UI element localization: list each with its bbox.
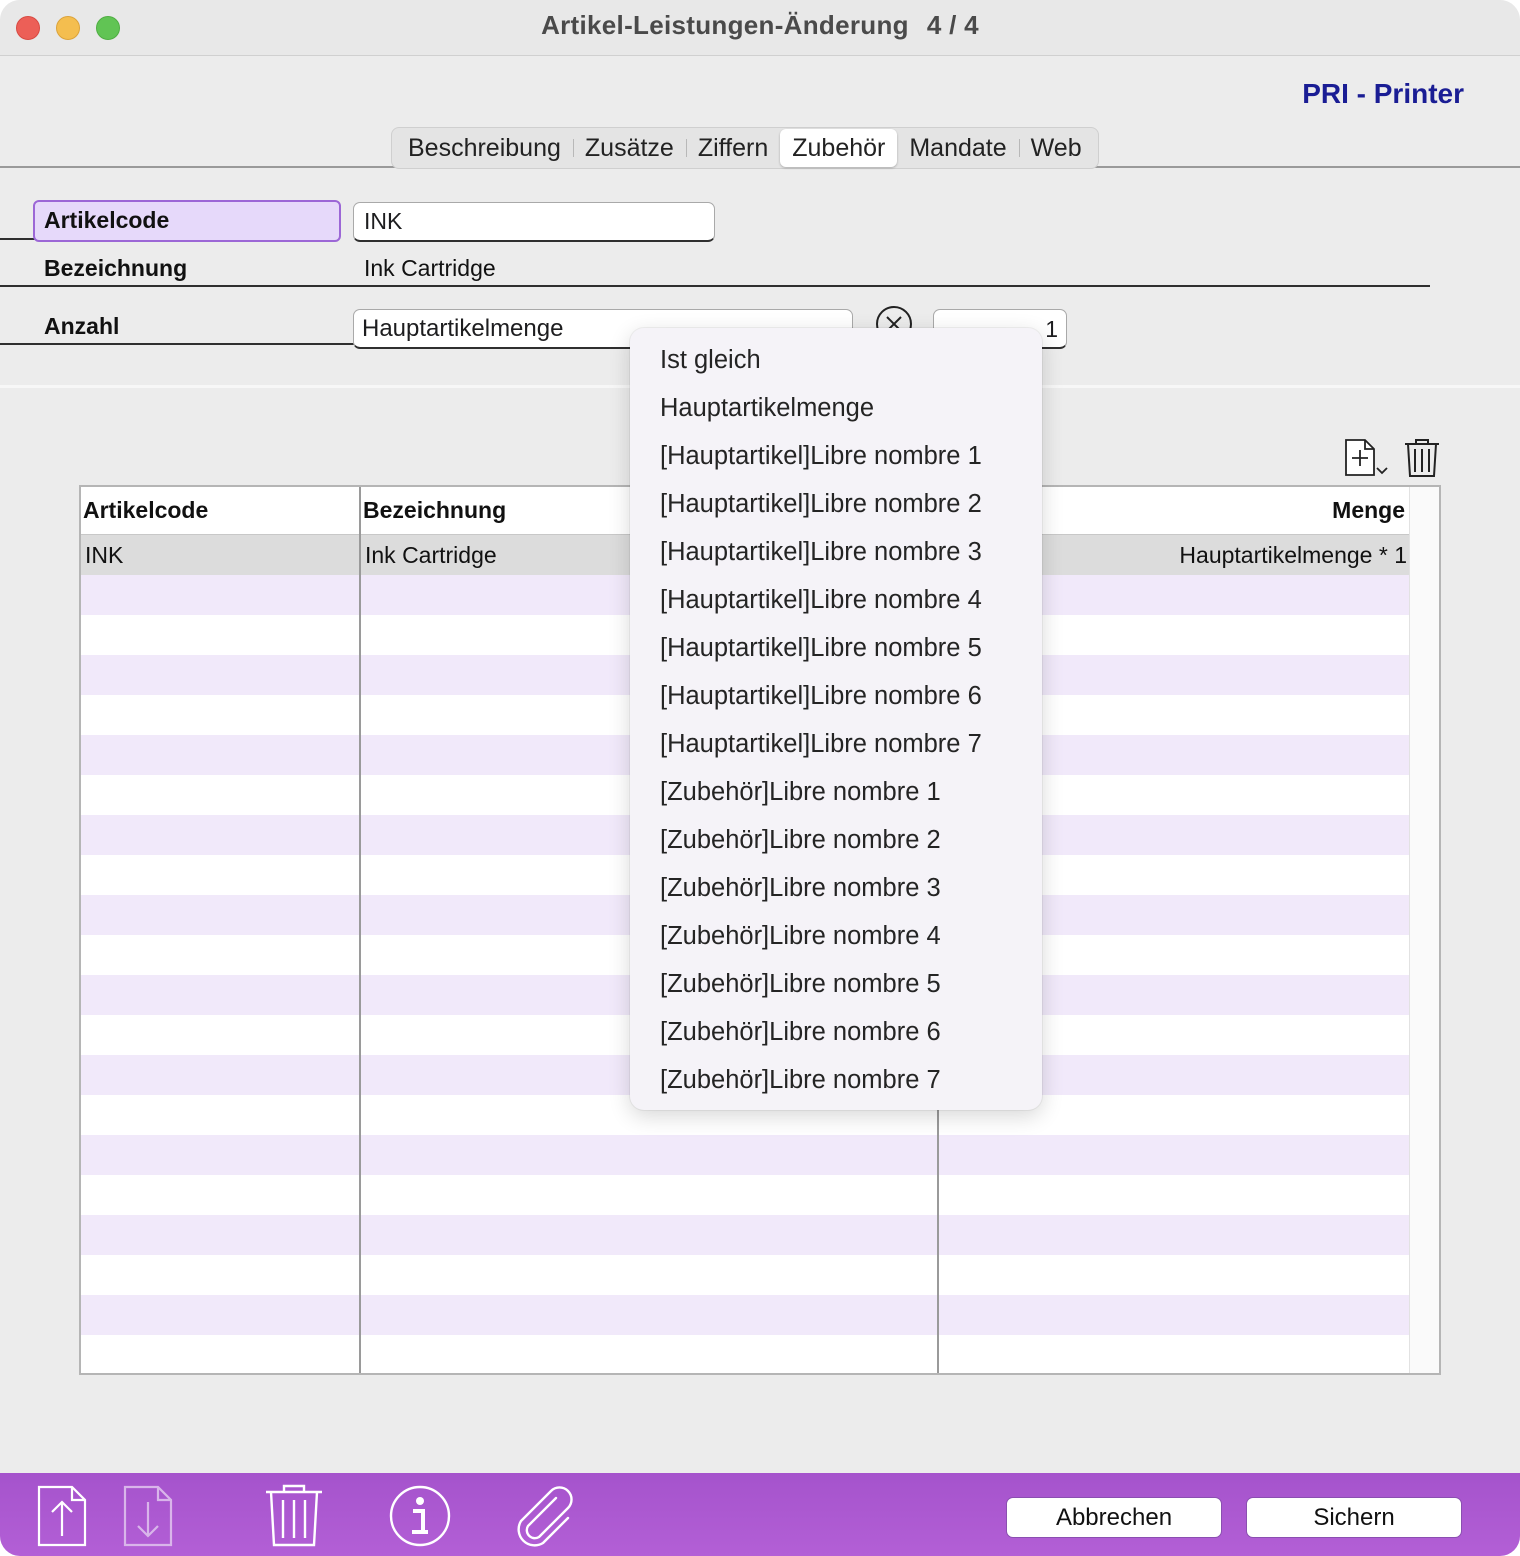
paperclip-icon[interactable] [512,1484,578,1548]
menu-item-zubehoer-libre-2[interactable]: [Zubehör]Libre nombre 2 [660,826,941,855]
bezeichnung-value: Ink Cartridge [364,255,496,281]
menu-item-zubehoer-libre-4[interactable]: [Zubehör]Libre nombre 4 [660,922,941,951]
menu-item-hauptartikel-libre-7[interactable]: [Hauptartikel]Libre nombre 7 [660,730,982,759]
table-row[interactable] [81,1295,1411,1335]
table-row[interactable] [81,1215,1411,1255]
menu-item-zubehoer-libre-6[interactable]: [Zubehör]Libre nombre 6 [660,1018,941,1047]
menu-item-hauptartikelmenge[interactable]: Hauptartikelmenge [660,394,874,423]
cell-artikelcode: INK [85,542,124,568]
add-row-icon[interactable] [1343,438,1393,478]
page-indicator: 4 / 4 [926,10,979,40]
menu-item-hauptartikel-libre-2[interactable]: [Hauptartikel]Libre nombre 2 [660,490,982,519]
window: Artikel-Leistungen-Änderung 4 / 4 PRI - P… [0,0,1520,1556]
save-button[interactable]: Sichern [1246,1497,1462,1538]
title-bar: Artikel-Leistungen-Änderung 4 / 4 [0,0,1520,56]
column-header-menge[interactable]: Menge [1332,497,1405,524]
table-row[interactable] [81,1135,1411,1175]
anzahl-dropdown-menu: Ist gleich Hauptartikelmenge [Hauptartik… [630,328,1042,1110]
delete-row-trash-icon[interactable] [1403,438,1441,478]
brand-label: PRI - Printer [1302,78,1464,109]
bezeichnung-label: Bezeichnung [44,255,188,281]
anzahl-underline [0,343,354,345]
tab-zusaetze[interactable]: Zusätze [572,129,686,167]
artikelcode-label: Artikelcode [44,207,170,233]
tab-ziffern[interactable]: Ziffern [685,129,780,167]
tab-bar: Beschreibung Zusätze Ziffern Zubehör Man… [391,127,1099,169]
window-title-text: Artikel-Leistungen-Änderung [541,10,909,40]
menu-item-hauptartikel-libre-5[interactable]: [Hauptartikel]Libre nombre 5 [660,634,982,663]
menu-item-hauptartikel-libre-3[interactable]: [Hauptartikel]Libre nombre 3 [660,538,982,567]
menu-item-zubehoer-libre-7[interactable]: [Zubehör]Libre nombre 7 [660,1066,941,1095]
menu-item-ist-gleich[interactable]: Ist gleich [660,346,761,375]
table-row[interactable] [81,1335,1411,1373]
menu-item-zubehoer-libre-3[interactable]: [Zubehör]Libre nombre 3 [660,874,941,903]
column-divider[interactable] [359,487,361,1373]
table-row[interactable] [81,1175,1411,1215]
info-icon[interactable] [388,1484,452,1548]
artikelcode-input[interactable]: INK [353,202,715,242]
window-title: Artikel-Leistungen-Änderung 4 / 4 [0,10,1520,41]
menu-item-hauptartikel-libre-1[interactable]: [Hauptartikel]Libre nombre 1 [660,442,982,471]
tab-mandate[interactable]: Mandate [897,129,1018,167]
table-vertical-scrollbar[interactable] [1409,487,1439,1373]
cell-bezeichnung: Ink Cartridge [365,542,497,568]
menu-item-hauptartikel-libre-6[interactable]: [Hauptartikel]Libre nombre 6 [660,682,982,711]
cell-menge: Hauptartikelmenge * 1 [1179,542,1407,568]
menu-item-zubehoer-libre-1[interactable]: [Zubehör]Libre nombre 1 [660,778,941,807]
export-icon[interactable] [36,1484,88,1548]
column-header-artikelcode[interactable]: Artikelcode [83,497,208,524]
bezeichnung-underline [0,285,1430,287]
trash-icon[interactable] [264,1484,324,1548]
table-row[interactable] [81,1255,1411,1295]
tab-beschreibung[interactable]: Beschreibung [396,129,573,167]
cancel-button[interactable]: Abbrechen [1006,1497,1222,1538]
menu-item-zubehoer-libre-5[interactable]: [Zubehör]Libre nombre 5 [660,970,941,999]
anzahl-label: Anzahl [44,313,120,339]
tab-web[interactable]: Web [1018,129,1094,167]
import-icon[interactable] [122,1484,174,1548]
column-header-bezeichnung[interactable]: Bezeichnung [363,497,506,524]
tab-zubehoer[interactable]: Zubehör [780,129,898,167]
menu-item-hauptartikel-libre-4[interactable]: [Hauptartikel]Libre nombre 4 [660,586,982,615]
